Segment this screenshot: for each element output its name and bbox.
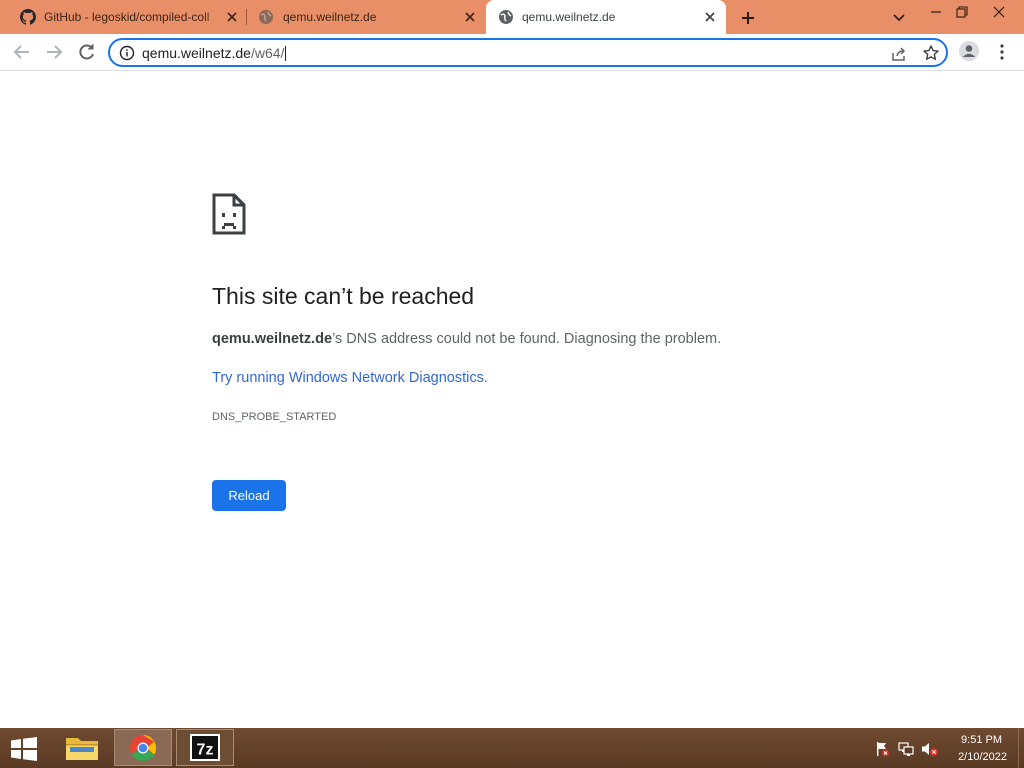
diagnostics-suffix: .	[483, 370, 488, 386]
tab-close-icon[interactable]	[703, 10, 717, 24]
tab-qemu-active[interactable]: qemu.weilnetz.de	[486, 0, 726, 34]
more-vert-icon[interactable]	[996, 42, 1008, 62]
taskbar: 7z	[0, 728, 1024, 768]
globe-icon	[258, 9, 274, 25]
error-description-text: ’s DNS address could not be found. Diagn…	[332, 331, 722, 347]
reload-icon[interactable]	[76, 42, 98, 62]
reload-button[interactable]: Reload	[212, 480, 286, 511]
tab-title: GitHub - legoskid/compiled-coll	[44, 10, 210, 24]
clock-date[interactable]: 2/10/2022	[940, 751, 1007, 763]
error-host: qemu.weilnetz.de	[212, 331, 333, 347]
minimize-icon[interactable]	[925, 4, 947, 20]
tab-qemu[interactable]: qemu.weilnetz.de	[248, 0, 486, 34]
diagnostics-suggestion: Try running Windows Network Diagnostics.	[212, 370, 488, 386]
browser-toolbar: qemu.weilnetz.de/w64/	[0, 34, 1024, 71]
tab-title: qemu.weilnetz.de	[522, 10, 616, 24]
clock-time[interactable]: 9:51 PM	[940, 734, 1002, 746]
volume-muted-icon[interactable]	[921, 741, 939, 757]
tab-separator	[246, 9, 247, 25]
info-icon[interactable]	[119, 45, 135, 61]
tab-title: qemu.weilnetz.de	[283, 10, 377, 24]
url-host: qemu.weilnetz.de	[142, 45, 251, 61]
globe-icon	[498, 9, 514, 25]
diagnostics-prefix: Try running	[212, 370, 289, 386]
github-icon	[20, 9, 36, 25]
file-explorer-icon[interactable]	[60, 730, 104, 766]
windows-start-icon[interactable]	[10, 737, 38, 761]
network-icon[interactable]	[898, 741, 914, 757]
window-close-icon[interactable]	[988, 3, 1010, 21]
address-bar[interactable]: qemu.weilnetz.de/w64/	[108, 38, 948, 67]
profile-avatar-icon[interactable]	[958, 40, 980, 62]
new-tab-icon[interactable]	[740, 10, 756, 26]
tab-strip: GitHub - legoskid/compiled-coll qemu.wei…	[0, 0, 1024, 34]
network-diagnostics-link[interactable]: Windows Network Diagnostics	[289, 370, 484, 386]
error-description: qemu.weilnetz.de’s DNS address could not…	[212, 331, 721, 347]
tab-close-icon[interactable]	[225, 10, 239, 24]
chrome-icon[interactable]	[114, 729, 172, 766]
url-path: /w64/	[250, 45, 285, 61]
sad-page-icon	[212, 193, 246, 235]
back-arrow-icon[interactable]	[11, 42, 33, 62]
url-text[interactable]: qemu.weilnetz.de/w64/	[142, 45, 287, 61]
action-center-flag-icon[interactable]	[874, 741, 890, 757]
chevron-down-icon[interactable]	[892, 12, 906, 24]
error-code: DNS_PROBE_STARTED	[212, 411, 337, 423]
forward-arrow-icon[interactable]	[43, 42, 65, 62]
tab-close-icon[interactable]	[463, 10, 477, 24]
7zip-label: 7z	[197, 742, 214, 759]
text-caret	[285, 46, 287, 61]
restore-icon[interactable]	[953, 3, 971, 21]
7zip-icon[interactable]: 7z	[176, 729, 234, 766]
bookmark-star-icon[interactable]	[922, 44, 940, 62]
show-desktop-button[interactable]	[1018, 728, 1024, 768]
share-icon[interactable]	[890, 45, 908, 63]
error-heading: This site can’t be reached	[212, 283, 475, 309]
tab-github[interactable]: GitHub - legoskid/compiled-coll	[0, 0, 246, 34]
